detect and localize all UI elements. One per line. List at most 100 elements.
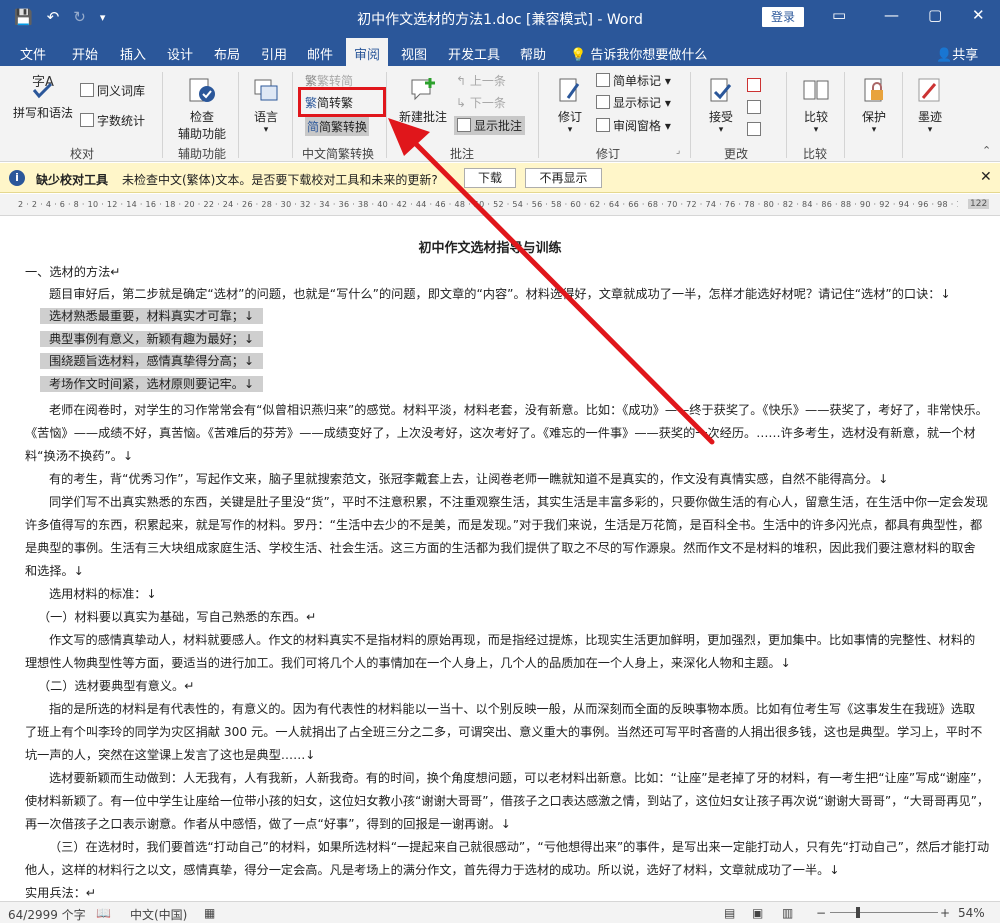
ink-button[interactable]: 墨迹 ▾ xyxy=(908,76,952,135)
language-button[interactable]: 语言 ▾ xyxy=(244,76,288,135)
group-label-chinese-conversion: 中文简繁转换 xyxy=(302,147,375,161)
tab-insert[interactable]: 插入 xyxy=(120,44,146,63)
tab-references[interactable]: 引用 xyxy=(261,44,287,63)
next-change-icon xyxy=(747,122,761,136)
download-button[interactable]: 下载 xyxy=(464,168,516,188)
tab-view[interactable]: 视图 xyxy=(401,44,427,63)
previous-change-icon xyxy=(747,100,761,114)
new-comment-button[interactable]: 新建批注 xyxy=(394,76,452,125)
paragraph-line: 了班上有个叫李玲的同学为灾区捐献 300 元。一人就捐出了占全班三分之二多，可谓… xyxy=(25,725,983,739)
next-change-button[interactable] xyxy=(747,122,764,137)
language-status[interactable]: 中文(中国) xyxy=(130,906,187,923)
previous-comment-button[interactable]: ↰ 上一条 xyxy=(456,72,506,89)
zoom-out-button[interactable]: − xyxy=(816,906,826,920)
chevron-down-icon: ▾ xyxy=(661,74,671,88)
tab-layout[interactable]: 布局 xyxy=(214,44,240,63)
tab-developer[interactable]: 开发工具 xyxy=(448,44,500,63)
spelling-grammar-button[interactable]: 字A 拼写和语法 xyxy=(8,72,78,121)
reject-button[interactable] xyxy=(747,78,764,93)
previous-change-button[interactable] xyxy=(747,100,764,115)
next-comment-button[interactable]: ↳ 下一条 xyxy=(456,94,506,111)
zoom-slider-track[interactable] xyxy=(830,912,938,913)
chevron-down-icon: ▾ xyxy=(661,96,671,110)
ribbon-display-options-icon[interactable]: ▭ xyxy=(832,6,846,24)
tab-home[interactable]: 开始 xyxy=(72,44,98,63)
horizontal-ruler[interactable]: 2 · 2 · 4 · 6 · 8 · 10 · 12 · 14 · 16 · … xyxy=(0,194,1000,216)
separator xyxy=(162,72,163,158)
zoom-level[interactable]: 54% xyxy=(958,906,985,920)
track-changes-button[interactable]: 修订 ▾ xyxy=(548,76,592,135)
heading: 一、选材的方法↵ xyxy=(25,265,121,279)
protect-button[interactable]: 保护 ▾ xyxy=(852,76,896,135)
paragraph-line: （二）选材要典型有意义。↵ xyxy=(38,679,195,693)
language-icon xyxy=(254,79,278,101)
spelling-check-icon: 字A xyxy=(32,75,54,99)
title-bar: 💾 ↶ ↻ ▾ 初中作文选材的方法1.doc [兼容模式] - Word 登录 … xyxy=(0,0,1000,36)
simple-markup-label: 简单标记 xyxy=(613,74,662,88)
reviewing-pane-button[interactable]: 审阅窗格 ▾ xyxy=(596,117,671,134)
show-markup-button[interactable]: 显示标记 ▾ xyxy=(596,94,671,111)
show-comments-icon xyxy=(457,118,471,132)
ruler-end-label: 122 xyxy=(968,199,990,209)
collapse-ribbon-icon[interactable]: ⌃ xyxy=(982,144,991,157)
minimize-button[interactable]: — xyxy=(884,6,899,24)
login-button[interactable]: 登录 xyxy=(762,7,804,27)
thesaurus-button[interactable]: 同义词库 xyxy=(80,82,145,99)
chevron-down-icon: ▾ xyxy=(661,119,671,133)
paragraph-line: 使材料新颖了。有一位中学生让座给一位带小孩的妇女，这位妇女教小孩“谢谢大哥哥”，… xyxy=(25,794,990,808)
svg-text:字A: 字A xyxy=(32,75,54,90)
group-label-tracking: 修订 xyxy=(596,147,621,161)
share-label: 共享 xyxy=(952,48,979,63)
compare-btn-label: 比较 xyxy=(803,110,828,124)
tab-mailings[interactable]: 邮件 xyxy=(307,44,333,63)
accessibility-icon xyxy=(189,78,215,102)
group-label-compare: 比较 xyxy=(803,147,828,161)
read-mode-icon[interactable]: ▤ xyxy=(724,906,735,920)
tab-design[interactable]: 设计 xyxy=(167,44,193,63)
restore-button[interactable]: ▢ xyxy=(928,6,942,24)
new-comment-label: 新建批注 xyxy=(398,110,447,124)
chinese-conversion-button[interactable]: 简简繁转换 xyxy=(305,117,370,136)
prev-comment-icon: ↰ xyxy=(456,74,470,88)
close-button[interactable]: ✕ xyxy=(972,6,985,24)
zoom-slider-thumb[interactable] xyxy=(856,907,860,918)
dont-show-again-button[interactable]: 不再显示 xyxy=(525,168,602,188)
tab-review[interactable]: 审阅 xyxy=(346,38,389,66)
prev-label: 上一条 xyxy=(469,74,506,88)
check-accessibility-button[interactable]: 检查 辅助功能 xyxy=(170,76,234,142)
word-count-button[interactable]: 字数统计 xyxy=(80,112,145,129)
show-comments-button[interactable]: 显示批注 xyxy=(454,116,526,135)
show-comments-label: 显示批注 xyxy=(474,119,523,133)
paragraph-line: 指的是所选的材料是有代表性的，有意义的。因为有代表性的材料能以一当十、以个别反映… xyxy=(49,702,976,716)
markup-icon xyxy=(596,73,610,87)
word-count-icon xyxy=(80,113,94,127)
paragraph-line: 他人，这样的材料行之以文，感情真挚，得分一定会高。凡是考场上的满分作文，首先得力… xyxy=(25,863,840,877)
separator xyxy=(292,72,293,158)
close-icon[interactable]: ✕ xyxy=(980,169,992,185)
paragraph-line: （一）材料要以真实为基础，写自己熟悉的东西。↵ xyxy=(38,610,317,624)
zoom-in-button[interactable]: + xyxy=(940,906,950,920)
compare-button[interactable]: 比较 ▾ xyxy=(794,76,838,135)
share-button[interactable]: 👤共享 xyxy=(936,44,978,63)
paragraph-line: 理想性人物典型性等方面，要适当的进行加工。我们可将几个人的事情加在一个人身上，几… xyxy=(25,656,791,670)
status-bar: 64/2999 个字 📖 中文(中国) ▦ ▤ ▣ ▥ − + 54% xyxy=(0,901,1000,923)
proofing-status-icon[interactable]: 📖 xyxy=(96,906,111,920)
macro-recording-icon[interactable]: ▦ xyxy=(204,906,215,920)
dialog-launcher-icon[interactable]: ⌟ xyxy=(676,146,680,156)
track-label: 修订 xyxy=(557,110,582,124)
document-page[interactable]: 初中作文选材指导与训练 一、选材的方法↵ 题目审好后，第二步就是确定“选材”的问… xyxy=(0,217,1000,901)
reviewing-pane-icon xyxy=(596,118,610,132)
new-comment-icon xyxy=(411,78,435,101)
tell-me-box[interactable]: 💡 告诉我你想要做什么 xyxy=(570,44,707,63)
tab-file[interactable]: 文件 xyxy=(20,44,46,63)
tab-help[interactable]: 帮助 xyxy=(520,44,546,63)
paragraph-line: 选用材料的标准：↓ xyxy=(49,587,157,601)
lock-icon xyxy=(864,78,883,102)
print-layout-icon[interactable]: ▣ xyxy=(752,906,763,920)
group-label-accessibility: 辅助功能 xyxy=(178,147,227,161)
accept-button[interactable]: 接受 ▾ xyxy=(700,76,742,135)
web-layout-icon[interactable]: ▥ xyxy=(782,906,793,920)
markup-display-dropdown[interactable]: 简单标记 ▾ xyxy=(596,72,671,89)
word-count-status[interactable]: 64/2999 个字 xyxy=(8,906,86,923)
paragraph-line: 和选择。↓ xyxy=(25,564,84,578)
